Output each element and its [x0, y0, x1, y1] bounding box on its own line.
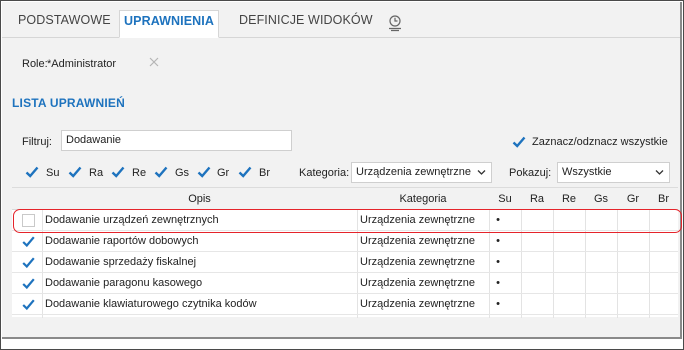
table-row[interactable]: Dodawanie sprzedaży fiskalnej Urządzenia…	[12, 252, 678, 273]
row-su-mark: •	[496, 277, 500, 289]
toggle-br-checkbox[interactable]	[238, 165, 252, 179]
toggle-re-checkbox[interactable]	[111, 165, 125, 179]
table-row[interactable]: Dodawanie raportów dobowych Urządzenia z…	[12, 231, 678, 252]
row-opis: Dodawanie paragonu kasowego	[45, 277, 203, 289]
row-checkbox[interactable]	[22, 298, 35, 311]
permissions-table: Opis Kategoria Su Ra Re Gs Gr Br Dodawan…	[12, 187, 678, 318]
table-header: Opis Kategoria Su Ra Re Gs Gr Br	[12, 188, 678, 210]
col-header-gr[interactable]: Gr	[617, 188, 649, 210]
row-checkbox[interactable]	[22, 256, 35, 269]
col-header-su[interactable]: Su	[489, 188, 521, 210]
toggle-gs-label: Gs	[175, 167, 190, 179]
window-frame: PODSTAWOWE UPRAWNIENIA DEFINICJE WIDOKÓW…	[0, 0, 684, 350]
row-kategoria: Urządzenia zewnętrzne	[360, 256, 475, 268]
row-highlight-annotation	[13, 209, 682, 233]
show-filter-label: Pokazuj:	[509, 167, 552, 179]
toggle-gr-label: Gr	[217, 167, 230, 179]
toggle-ra-label: Ra	[89, 167, 104, 179]
close-icon[interactable]	[147, 55, 161, 69]
chevron-down-icon	[477, 170, 486, 175]
row-kategoria: Urządzenia zewnętrzne	[360, 235, 475, 247]
select-all-label: Zaznacz/odznacz wszystkie	[532, 136, 668, 148]
table-row[interactable]: Dodawanie klawiaturowego czytnika kodów …	[12, 294, 678, 315]
toggle-br-label: Br	[259, 167, 270, 179]
tab-bar: PODSTAWOWE UPRAWNIENIA DEFINICJE WIDOKÓW	[2, 2, 680, 38]
section-title: LISTA UPRAWNIEŃ	[12, 96, 125, 110]
category-select[interactable]: Urządzenia zewnętrzne	[351, 162, 492, 183]
col-header-gs[interactable]: Gs	[585, 188, 617, 210]
category-filter-label: Kategoria:	[299, 167, 350, 179]
select-all-checkbox[interactable]	[512, 135, 526, 149]
row-kategoria: Urządzenia zewnętrzne	[360, 277, 475, 289]
col-header-re[interactable]: Re	[553, 188, 585, 210]
tab-permissions[interactable]: UPRAWNIENIA	[119, 10, 219, 38]
toggle-su-label: Su	[46, 167, 60, 179]
toggle-gs-checkbox[interactable]	[154, 165, 168, 179]
category-select-value: Urządzenia zewnętrzne	[356, 166, 471, 178]
row-su-mark: •	[496, 235, 500, 247]
filter-input[interactable]: Dodawanie	[61, 130, 292, 151]
tab-basic[interactable]: PODSTAWOWE	[14, 11, 115, 38]
row-kategoria: Urządzenia zewnętrzne	[360, 298, 475, 310]
row-checkbox[interactable]	[22, 235, 35, 248]
show-select[interactable]: Wszystkie	[557, 162, 670, 183]
permissions-panel: PODSTAWOWE UPRAWNIENIA DEFINICJE WIDOKÓW…	[2, 2, 682, 339]
col-header-ra[interactable]: Ra	[521, 188, 553, 210]
col-header-opis[interactable]: Opis	[42, 188, 357, 210]
row-su-mark: •	[496, 298, 500, 310]
col-header-br[interactable]: Br	[649, 188, 678, 210]
chevron-down-icon	[655, 170, 664, 175]
toggle-su-checkbox[interactable]	[25, 165, 39, 179]
toggle-re-label: Re	[132, 167, 147, 179]
role-label: Role:	[22, 58, 48, 70]
col-header-kategoria[interactable]: Kategoria	[357, 188, 489, 210]
show-select-value: Wszystkie	[562, 166, 612, 178]
toggle-ra-checkbox[interactable]	[68, 165, 82, 179]
row-opis: Dodawanie sprzedaży fiskalnej	[45, 256, 197, 268]
table-row[interactable]: Dodawanie paragonu kasowego Urządzenia z…	[12, 273, 678, 294]
view-settings-icon[interactable]	[386, 14, 404, 32]
row-su-mark: •	[496, 256, 500, 268]
row-opis: Dodawanie klawiaturowego czytnika kodów	[45, 298, 257, 310]
role-value: *Administrator	[47, 58, 117, 70]
row-opis: Dodawanie raportów dobowych	[45, 235, 199, 247]
tab-view-definitions[interactable]: DEFINICJE WIDOKÓW	[235, 11, 377, 38]
row-checkbox[interactable]	[22, 277, 35, 290]
filter-label: Filtruj:	[22, 136, 52, 148]
toggle-gr-checkbox[interactable]	[197, 165, 211, 179]
